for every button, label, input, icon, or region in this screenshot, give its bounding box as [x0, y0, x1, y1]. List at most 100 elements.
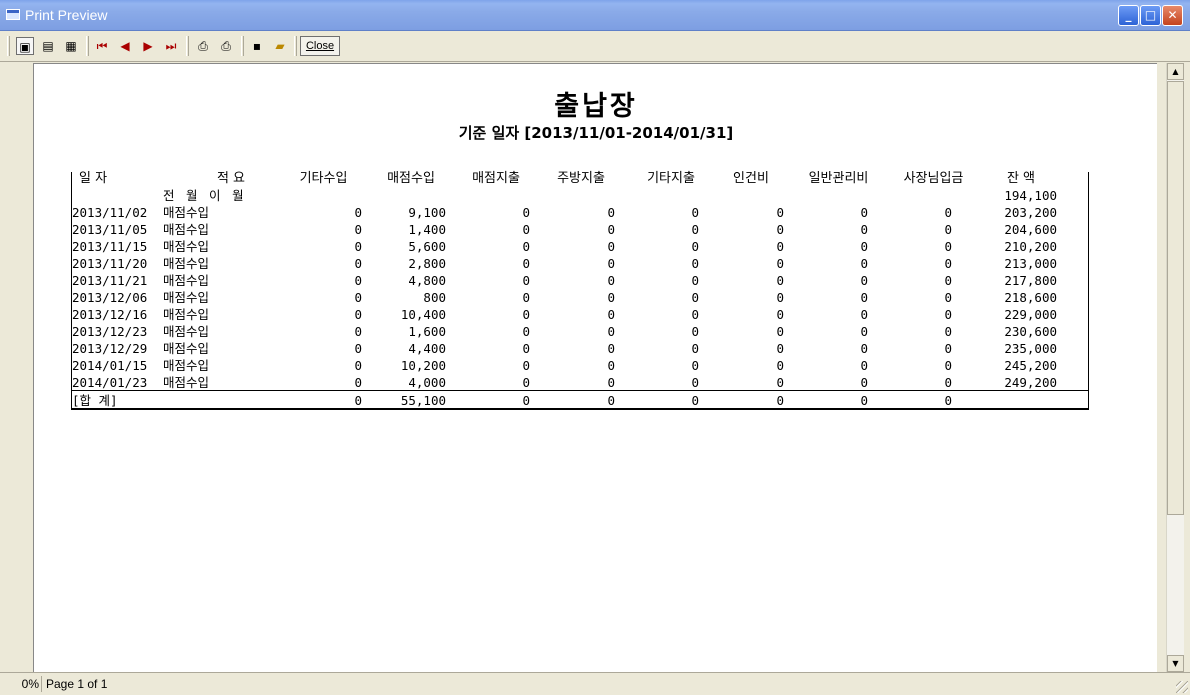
row-amount: 0 — [691, 307, 699, 322]
row-amount: 0 — [860, 239, 868, 254]
row-amount: 0 — [860, 307, 868, 322]
row-amount: 0 — [607, 358, 615, 373]
row-balance: 218,600 — [1004, 290, 1057, 305]
scroll-thumb[interactable] — [1167, 81, 1184, 515]
row-amount: 0 — [607, 256, 615, 271]
ledger-table: 일 자적 요 기타수입 매점수입 매점지출 주방지출 기타지출 인건비 일반관리비 사장님입금 잔… — [71, 168, 1091, 412]
title-bar: Print Preview _ □ ✕ — [0, 0, 1190, 31]
maximize-button[interactable]: □ — [1140, 5, 1161, 26]
row-balance: 210,200 — [1004, 239, 1057, 254]
report-subtitle: 기준 일자 [2013/11/01-2014/01/31] — [458, 124, 734, 142]
column-header: 사장님입금 — [903, 171, 964, 186]
column-header: 일 자 — [79, 171, 108, 186]
total-amount: 0 — [354, 393, 362, 408]
row-amount: 0 — [944, 358, 952, 373]
total-amount: 0 — [607, 393, 615, 408]
row-balance: 230,600 — [1004, 324, 1057, 339]
report-title: 출납장 — [554, 91, 638, 122]
row-description: 매점수입 — [163, 256, 210, 271]
row-date: 2013/12/16 — [72, 307, 148, 322]
row-amount: 9,100 — [408, 205, 446, 220]
row-amount: 0 — [860, 341, 868, 356]
column-header: 적 요 — [216, 171, 246, 186]
row-amount: 0 — [691, 222, 699, 237]
save-icon[interactable]: ▪ — [248, 37, 266, 55]
zoom-100-icon[interactable]: ▦ — [62, 37, 80, 55]
row-amount: 0 — [522, 205, 530, 220]
row-description: 매점수입 — [163, 273, 210, 288]
row-amount: 5,600 — [408, 239, 446, 254]
open-folder-icon[interactable]: ▰ — [271, 37, 289, 55]
row-amount: 0 — [354, 273, 362, 288]
row-date: 2013/12/06 — [72, 290, 148, 305]
row-amount: 0 — [354, 205, 362, 220]
scroll-down-icon[interactable]: ▼ — [1167, 655, 1184, 672]
minimize-button[interactable]: _ — [1118, 5, 1139, 26]
row-amount: 4,400 — [408, 341, 446, 356]
right-margin — [1157, 63, 1166, 672]
vertical-scrollbar[interactable]: ▲ ▼ — [1166, 63, 1184, 672]
resize-grip-icon[interactable] — [1176, 681, 1188, 693]
row-amount: 10,200 — [400, 358, 446, 373]
row-amount: 0 — [691, 205, 699, 220]
row-amount: 0 — [860, 273, 868, 288]
row-balance: 213,000 — [1004, 256, 1057, 271]
row-amount: 0 — [944, 290, 952, 305]
column-header: 매점수입 — [387, 171, 435, 186]
row-amount: 0 — [944, 375, 952, 390]
total-amount: 0 — [776, 393, 784, 408]
row-amount: 0 — [860, 256, 868, 271]
row-amount: 0 — [522, 239, 530, 254]
row-amount: 0 — [607, 239, 615, 254]
window-title: Print Preview — [25, 7, 108, 23]
carry-over-label: 전 월 이 월 — [163, 188, 246, 203]
row-amount: 0 — [607, 290, 615, 305]
total-amount: 55,100 — [400, 393, 446, 408]
row-amount: 0 — [776, 307, 784, 322]
next-page-icon[interactable]: ▶ — [139, 37, 157, 55]
row-amount: 0 — [354, 290, 362, 305]
row-amount: 0 — [354, 358, 362, 373]
row-balance: 229,000 — [1004, 307, 1057, 322]
print-icon[interactable]: ⎙ — [217, 37, 235, 55]
row-amount: 0 — [691, 256, 699, 271]
row-amount: 0 — [522, 273, 530, 288]
row-amount: 800 — [423, 290, 446, 305]
row-date: 2013/11/21 — [72, 273, 148, 288]
page-width-icon[interactable]: ▤ — [39, 37, 57, 55]
row-amount: 0 — [860, 324, 868, 339]
row-amount: 0 — [522, 307, 530, 322]
toolbar-separator — [186, 36, 189, 56]
row-amount: 0 — [860, 290, 868, 305]
row-amount: 0 — [691, 341, 699, 356]
row-description: 매점수입 — [163, 324, 210, 339]
row-balance: 235,000 — [1004, 341, 1057, 356]
row-amount: 0 — [776, 358, 784, 373]
row-date: 2013/11/15 — [72, 239, 148, 254]
last-page-icon[interactable]: ⏭ — [162, 37, 180, 55]
row-date: 2013/11/20 — [72, 256, 148, 271]
first-page-icon[interactable]: ⏮ — [93, 37, 111, 55]
window-icon — [6, 9, 20, 20]
zoom-percent: 0% — [4, 676, 42, 692]
close-preview-button[interactable]: Close — [300, 36, 340, 56]
row-amount: 0 — [860, 375, 868, 390]
previous-page-icon[interactable]: ◀ — [116, 37, 134, 55]
column-header: 일반관리비 — [808, 171, 869, 186]
close-window-button[interactable]: ✕ — [1162, 5, 1183, 26]
row-amount: 0 — [691, 375, 699, 390]
whole-page-icon[interactable]: ▣ — [16, 37, 34, 55]
row-amount: 0 — [607, 205, 615, 220]
row-amount: 0 — [691, 273, 699, 288]
row-amount: 0 — [776, 341, 784, 356]
printer-setup-icon[interactable]: ⎙ — [194, 37, 212, 55]
row-amount: 2,800 — [408, 256, 446, 271]
row-balance: 245,200 — [1004, 358, 1057, 373]
row-amount: 0 — [776, 273, 784, 288]
row-amount: 0 — [354, 239, 362, 254]
row-amount: 0 — [691, 290, 699, 305]
row-amount: 0 — [860, 358, 868, 373]
row-amount: 0 — [607, 324, 615, 339]
scroll-up-icon[interactable]: ▲ — [1167, 63, 1184, 80]
row-amount: 0 — [607, 273, 615, 288]
